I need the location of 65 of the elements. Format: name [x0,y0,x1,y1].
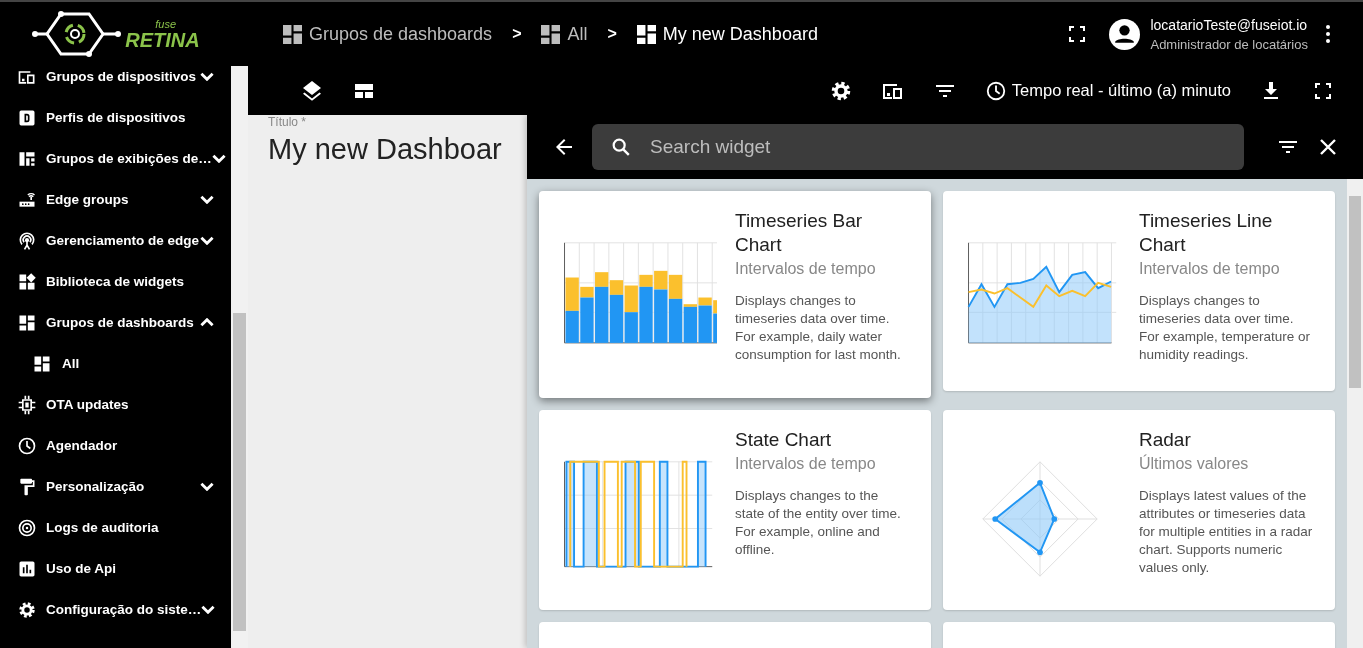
dashboard-icon [283,24,302,44]
scrollbar[interactable] [1347,179,1363,648]
clock-icon [984,79,1007,102]
timewindow-button[interactable]: Tempo real - último (a) minuto [984,79,1231,102]
sidebar-item[interactable]: Perfis de dispositivos [0,97,231,138]
logo-icon [31,9,124,59]
scrollbar[interactable] [231,66,248,648]
title-field[interactable]: My new Dashboar [268,133,527,166]
sidebar-item[interactable]: Grupos de exibições de… [0,138,231,179]
clock-icon [17,435,37,456]
widget-subtitle: Intervalos de tempo [735,455,877,473]
breadcrumb-separator: > [607,25,617,43]
breadcrumb-link[interactable]: My new Dashboard [636,23,818,45]
widget-description: Displays changes to timeseries data over time. For example, temperature or humidity readings. [1139,292,1312,364]
widget-title: Radar [1139,428,1192,452]
antenna-icon [17,230,37,251]
sidebar-item[interactable]: Grupos de dispositivos [0,66,231,97]
layers-icon[interactable] [300,78,324,103]
widget-title: State Chart [735,428,833,452]
dashboard-icon [541,24,561,44]
widget-card[interactable]: Radar Últimos valores Displays latest values of the attributes or timeseries data for multiple entities in a radar chart. Supports numeric values only. [943,410,1335,610]
breadcrumb-link[interactable]: Grupos de dashboards [283,23,493,45]
sidebar-item[interactable]: Configuração do siste… [0,589,231,630]
user-role: Administrador de locatários [1150,36,1308,52]
breadcrumb-link[interactable]: All [541,23,588,45]
sidebar-item[interactable]: Personalização [0,466,231,507]
data-point [1037,479,1043,486]
widget-description: Displays changes to the state of the entity over time. For example, online and offline. [735,487,902,559]
sidebar-item[interactable]: All [0,343,231,384]
sidebar-item[interactable]: Biblioteca de widgets [0,261,231,302]
sidebar-item[interactable]: Uso de Api [0,548,231,589]
sidebar-item[interactable]: Logs de auditoria [0,507,231,548]
bar [565,310,579,343]
breadcrumb-separator: > [512,25,522,43]
sidebar-item[interactable]: Gerenciamento de edge [0,220,231,261]
avatar-icon[interactable] [1109,18,1141,50]
dashboard-icon [636,24,656,44]
sidebar-item[interactable]: Edge groups [0,179,231,220]
target-icon [17,517,37,538]
logo-text: RETINA [125,29,200,50]
widget-title: Timeseries Bar Chart [735,209,864,257]
widget-description: Displays latest values of the attributes or timeseries data for multiple entities in a radar chart. Supports numeric values only. [1139,487,1314,577]
logo-text: fuse [155,18,178,30]
widget-card[interactable]: Timeseries Line Chart Intervalos de tempo Displays changes to timeseries data over time. For example, temperature or humidity readings. [943,191,1335,391]
sidebar-item[interactable]: Grupos de dashboards [0,302,231,343]
widget-card[interactable]: State Chart Intervalos de tempo Displays changes to the state of the entity over time. For example, online and offline. [539,410,931,610]
search-field[interactable]: Search widget [592,124,1244,170]
data-point [1037,549,1043,556]
settings-icon [17,599,37,620]
widgets-icon [17,271,37,292]
widget-subtitle: Últimos valores [1139,455,1250,473]
widget-subtitle: Intervalos de tempo [735,260,877,278]
data-point [1051,516,1058,522]
data-point [992,516,999,522]
sidebar-item[interactable]: OTA updates [0,384,231,425]
chip-icon [17,394,37,415]
search-icon [610,136,632,158]
widget-card[interactable]: Timeseries Bar Chart Intervalos de tempo Displays changes to timeseries data over time. For example, daily water consumption for last month. [539,191,931,398]
user-email: locatarioTeste@fuseiot.io [1150,16,1308,33]
field-label: Título * [268,115,307,129]
widget-description: Displays changes to timeseries data over time. For example, daily water consumption for last month. [735,292,902,364]
sidebar-item[interactable]: Agendador [0,425,231,466]
widget-subtitle: Intervalos de tempo [1139,260,1281,278]
widget-title: Timeseries Line Chart [1139,209,1274,257]
paint-roller-icon [17,476,37,497]
